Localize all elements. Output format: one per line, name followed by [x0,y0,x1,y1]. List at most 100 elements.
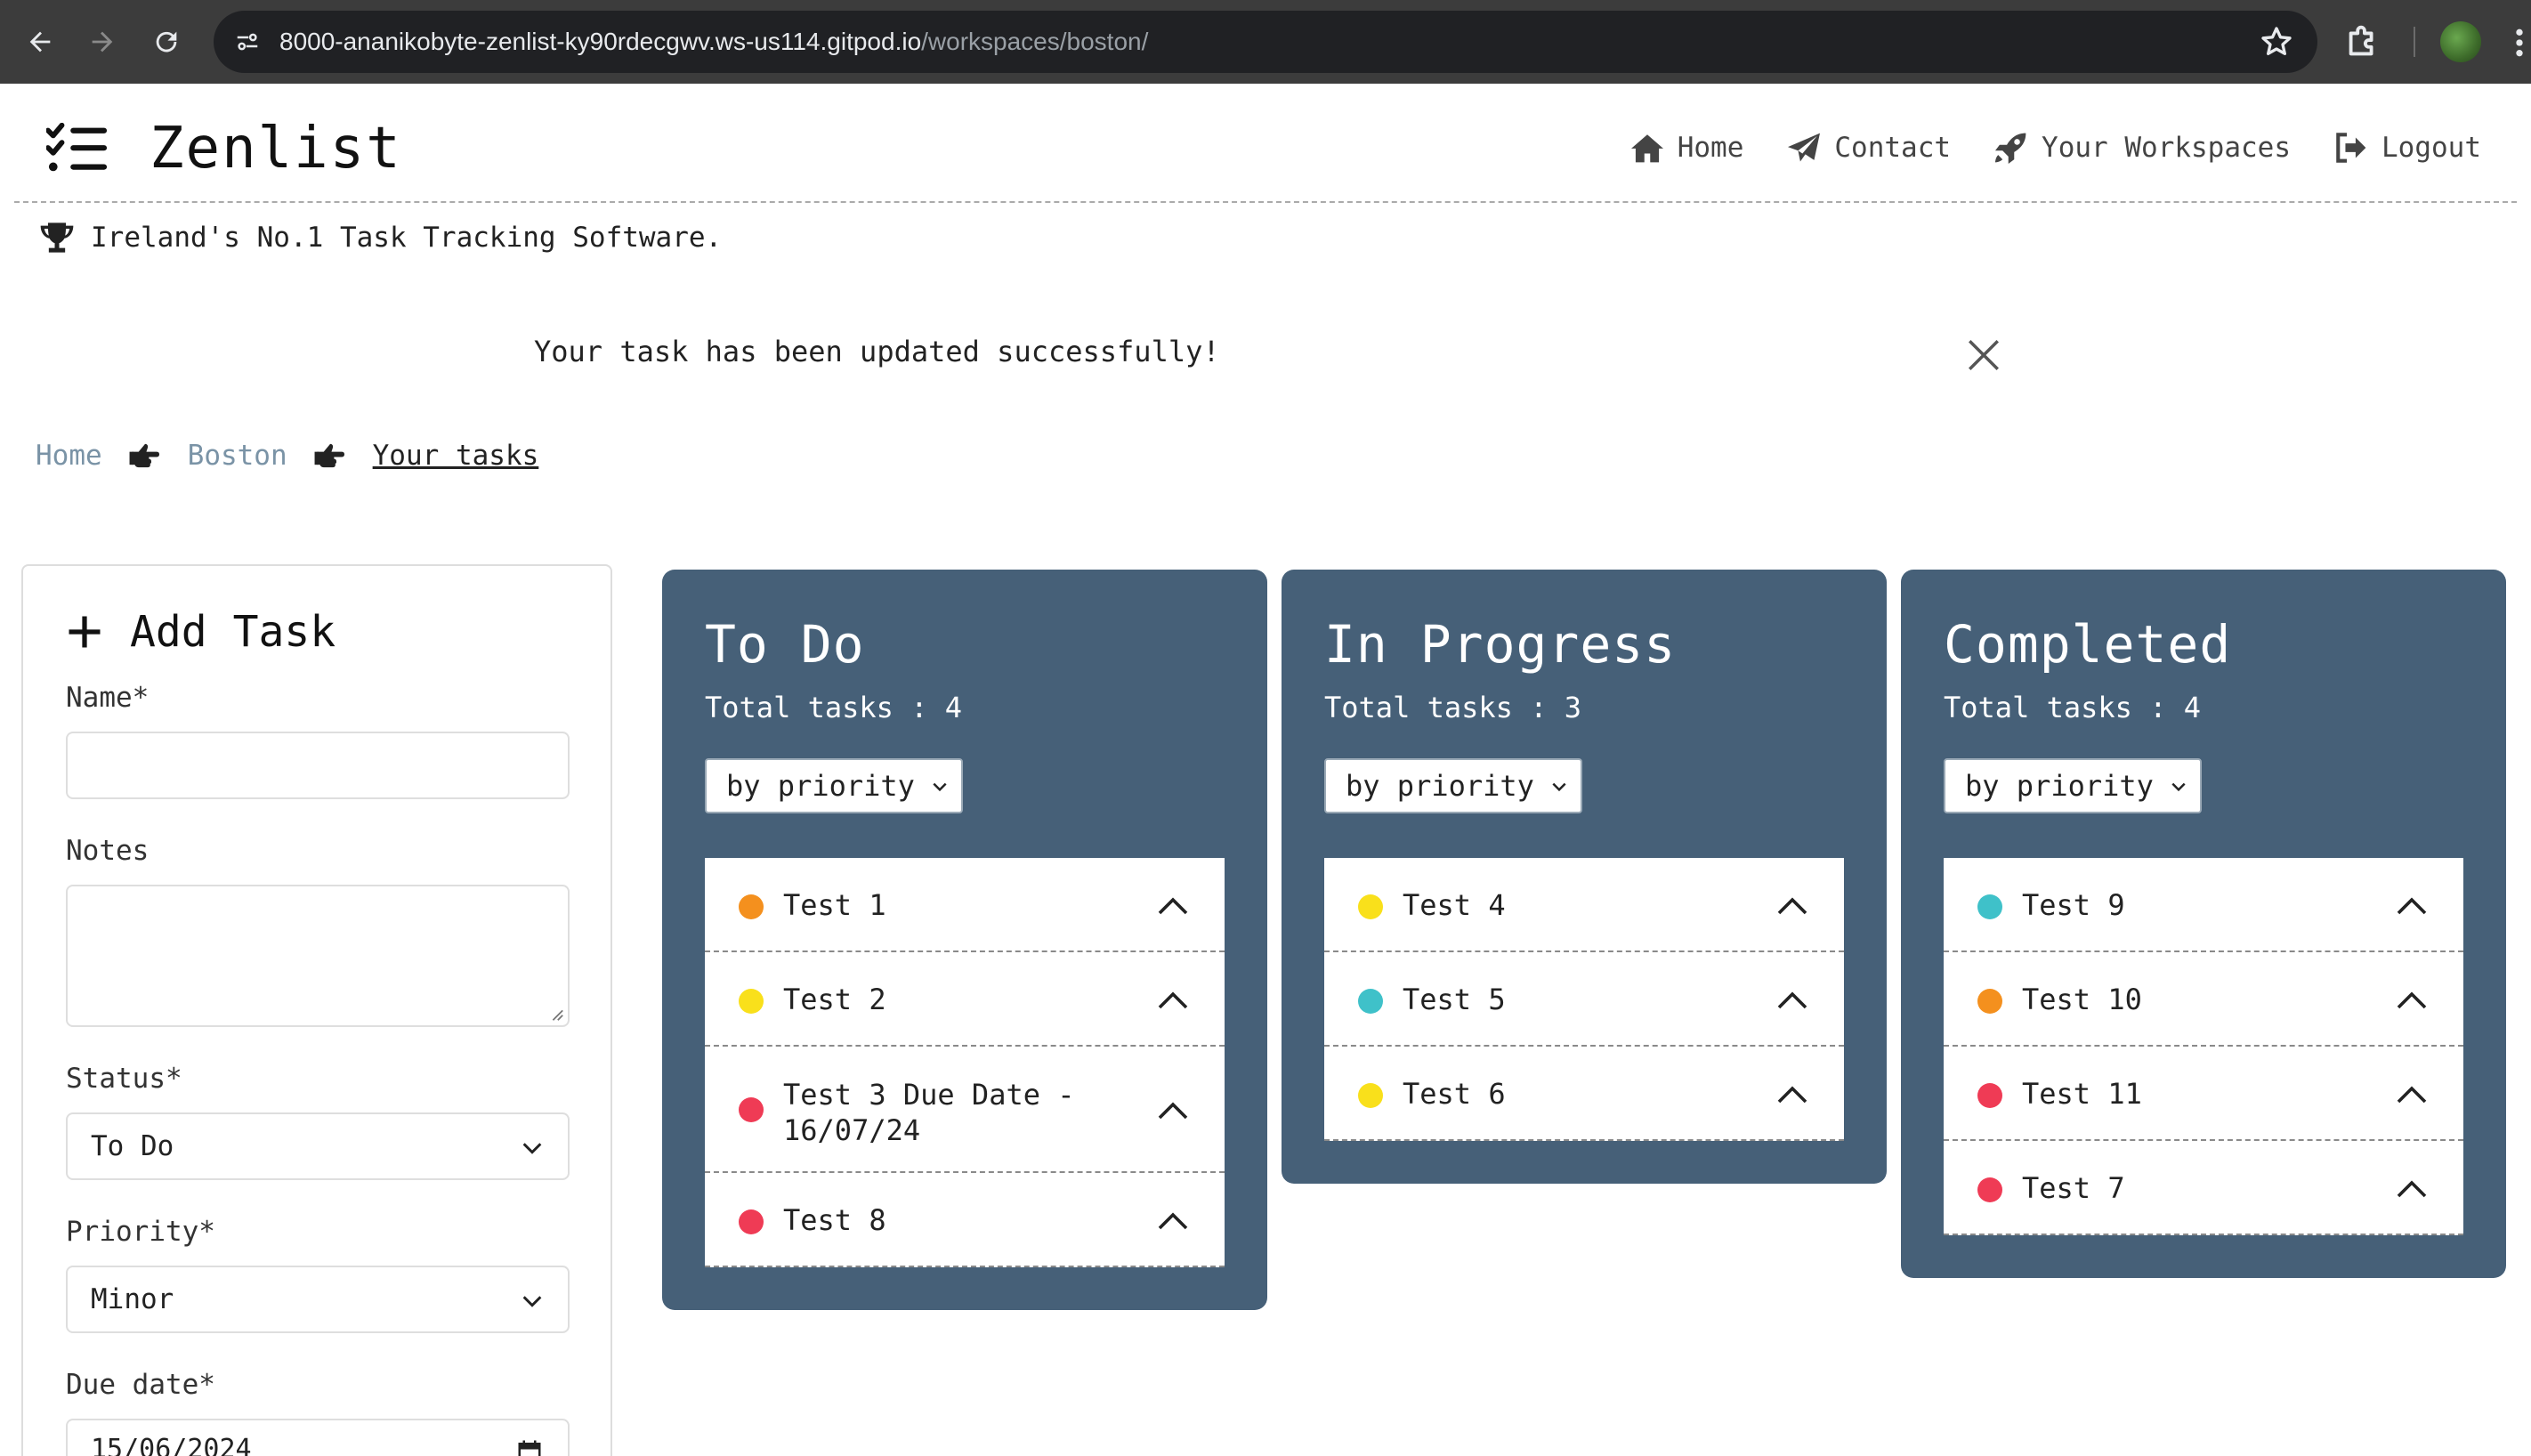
nav-logout-label: Logout [2381,132,2481,164]
task-item[interactable]: Test 8 [705,1173,1225,1267]
back-arrow-icon[interactable] [18,20,62,64]
task-name: Test 10 [2022,983,2142,1016]
logout-icon [2336,133,2366,163]
priority-label: Priority* [66,1216,215,1248]
chevron-down-icon [1552,782,1566,792]
sort-select[interactable]: by priority [1944,758,2202,813]
chevron-up-icon[interactable] [2396,892,2428,918]
nav-home-label: Home [1677,132,1744,164]
task-name: Test 6 [1403,1077,1506,1111]
chevron-up-icon[interactable] [1776,986,1808,1013]
house-icon [1630,134,1663,163]
status-select[interactable]: To Do [66,1112,570,1180]
close-icon[interactable] [1965,336,2002,374]
bookmark-star-icon[interactable] [2259,24,2294,60]
address-bar[interactable]: 8000-ananikobyte-zenlist-ky90rdecgwv.ws-… [214,11,2317,73]
priority-dot-icon [1358,1083,1383,1108]
nav-workspaces-label: Your Workspaces [2042,132,2292,164]
site-settings-icon[interactable] [228,22,267,61]
tagline-text: Ireland's No.1 Task Tracking Software. [91,222,723,254]
due-date-label: Due date* [66,1369,215,1401]
chevron-up-icon[interactable] [1157,986,1189,1013]
task-item[interactable]: Test 6 [1324,1047,1844,1141]
task-item[interactable]: Test 2 [705,952,1225,1047]
task-item[interactable]: Test 10 [1944,952,2463,1047]
chevron-up-icon[interactable] [1157,1096,1189,1123]
breadcrumb-home[interactable]: Home [36,440,102,472]
board-title: In Progress [1324,614,1677,675]
chevron-up-icon[interactable] [1776,892,1808,918]
task-name: Test 2 [783,983,886,1016]
sort-select[interactable]: by priority [705,758,963,813]
profile-avatar[interactable] [2440,21,2481,62]
add-task-heading: Add Task [66,607,336,657]
task-name-input[interactable] [66,732,570,799]
priority-dot-icon [1358,894,1383,919]
task-item[interactable]: Test 7 [1944,1141,2463,1235]
task-notes-textarea[interactable] [66,885,570,1027]
reload-icon[interactable] [144,20,189,64]
sort-value: by priority [726,769,915,803]
breadcrumb-boston[interactable]: Boston [188,440,287,472]
chevron-down-icon [522,1296,542,1307]
task-name: Test 9 [2022,888,2125,922]
chevron-up-icon[interactable] [1157,892,1189,918]
brand-name[interactable]: Zenlist [150,116,402,182]
notes-label: Notes [66,835,150,867]
priority-dot-icon [739,894,764,919]
task-list: Test 1 Test 2 Test 3 Due Date - 16/07/24… [705,858,1225,1267]
nav-home-link[interactable]: Home [1629,132,1744,164]
sort-value: by priority [1346,769,1534,803]
task-item[interactable]: Test 1 [705,858,1225,952]
plus-icon [69,616,101,648]
task-item[interactable]: Test 4 [1324,858,1844,952]
chevron-up-icon[interactable] [2396,1080,2428,1107]
task-name: Test 11 [2022,1077,2142,1111]
forward-arrow-icon[interactable] [80,20,125,64]
name-label: Name* [66,682,150,714]
resize-handle-icon[interactable] [548,1006,564,1022]
task-name: Test 8 [783,1203,886,1237]
hand-point-right-icon [314,443,344,468]
task-item[interactable]: Test 5 [1324,952,1844,1047]
due-date-input[interactable]: 15/06/2024 [66,1419,570,1456]
priority-dot-icon [739,1209,764,1234]
priority-dot-icon [1977,894,2002,919]
extensions-icon[interactable] [2342,21,2383,62]
board-to-do: To Do Total tasks : 4 by priority Test 1… [662,570,1267,1310]
nav-contact-link[interactable]: Contact [1786,132,1951,164]
breadcrumb-your-tasks[interactable]: Your tasks [373,440,539,472]
board-title: To Do [705,614,865,675]
nav-workspaces-link[interactable]: Your Workspaces [1993,132,2291,164]
priority-select[interactable]: Minor [66,1266,570,1333]
task-item[interactable]: Test 3 Due Date - 16/07/24 [705,1047,1225,1173]
task-item[interactable]: Test 11 [1944,1047,2463,1141]
task-name: Test 5 [1403,983,1506,1016]
task-list: Test 9 Test 10 Test 11 Test 7 [1944,858,2463,1235]
sort-select[interactable]: by priority [1324,758,1582,813]
nav-contact-label: Contact [1834,132,1952,164]
add-task-title: Add Task [130,607,336,657]
chevron-up-icon[interactable] [2396,1175,2428,1201]
tagline: Ireland's No.1 Task Tracking Software. [39,221,722,255]
browser-menu-icon[interactable] [2508,25,2531,61]
url-path: /workspaces/boston/ [921,28,1149,55]
board-task-count: Total tasks : 3 [1324,691,1581,724]
chevron-up-icon[interactable] [1776,1080,1808,1107]
chevron-up-icon[interactable] [1157,1207,1189,1234]
browser-toolbar: 8000-ananikobyte-zenlist-ky90rdecgwv.ws-… [0,0,2531,84]
chevron-down-icon [933,782,947,792]
rocket-icon [1995,133,2026,164]
task-name: Test 3 Due Date - 16/07/24 [783,1078,1075,1147]
nav-logout-link[interactable]: Logout [2333,132,2481,164]
calendar-icon[interactable] [516,1438,543,1456]
toolbar-divider [2414,27,2415,57]
task-list: Test 4 Test 5 Test 6 [1324,858,1844,1141]
paper-plane-icon [1788,133,1821,162]
breadcrumb: Home Boston Your tasks [36,440,538,472]
success-alert-message: Your task has been updated successfully! [534,335,1220,368]
priority-dot-icon [1358,989,1383,1014]
task-item[interactable]: Test 9 [1944,858,2463,952]
chevron-up-icon[interactable] [2396,986,2428,1013]
task-name: Test 7 [2022,1171,2125,1205]
